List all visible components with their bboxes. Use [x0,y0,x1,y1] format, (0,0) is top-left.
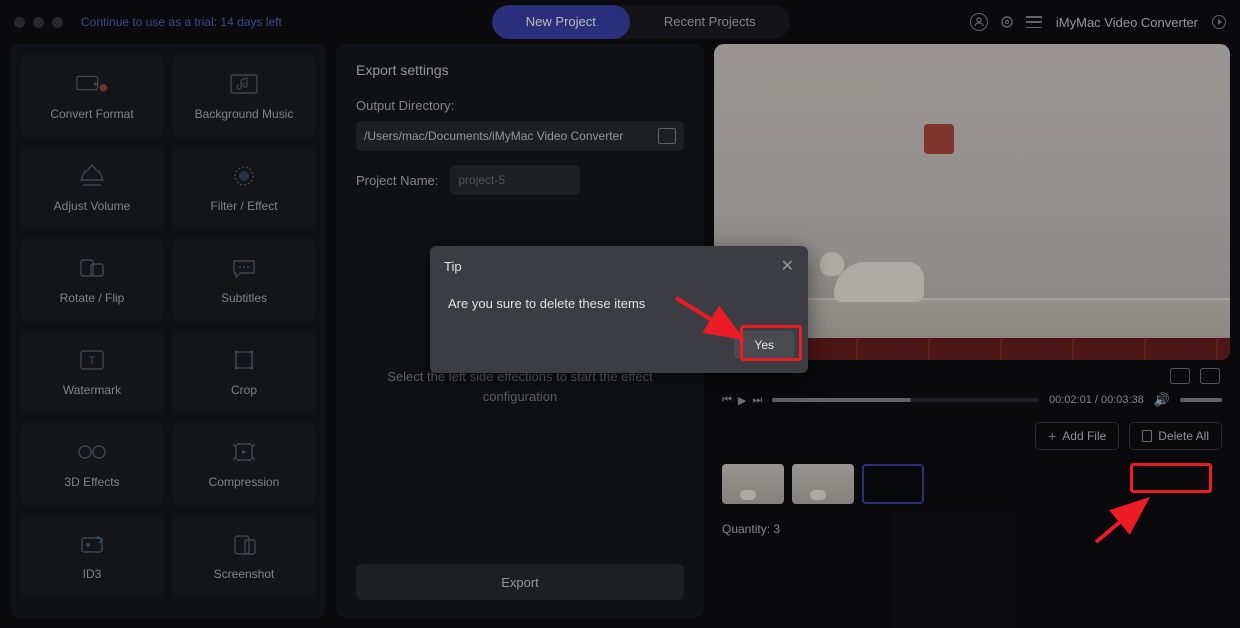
confirm-delete-dialog: Tip ✕ Are you sure to delete these items… [430,246,808,373]
browse-folder-icon[interactable] [658,128,676,144]
tab-recent-projects[interactable]: Recent Projects [630,5,790,39]
trial-status[interactable]: Continue to use as a trial: 14 days left [81,15,282,29]
tool-label: Convert Format [50,107,133,121]
thumbnail-item-selected[interactable] [862,464,924,504]
thumbnail-item[interactable] [792,464,854,504]
thumbnail-strip [714,458,1230,504]
output-directory-label: Output Directory: [356,98,684,113]
tool-label: Crop [231,383,257,397]
project-name-input[interactable] [458,173,613,187]
project-tabs: New Project Recent Projects [492,5,790,39]
tool-screenshot[interactable]: Screenshot [172,514,316,598]
window-controls [14,17,63,28]
screenshot-icon [227,531,261,557]
background-music-icon [227,71,261,97]
delete-all-button[interactable]: Delete All [1129,422,1222,450]
minimize-window-icon[interactable] [33,17,44,28]
tool-convert-format[interactable]: Convert Format [20,54,164,138]
tool-sidebar: Convert Format Background Music Adjust V… [10,44,326,618]
id3-icon [75,531,109,557]
close-window-icon[interactable] [14,17,25,28]
adjust-volume-icon [75,163,109,189]
add-file-button[interactable]: +Add File [1035,422,1119,450]
tool-label: Adjust Volume [54,199,131,213]
tool-label: ID3 [83,567,102,581]
volume-icon[interactable]: 🔊 [1154,392,1170,408]
tool-label: Screenshot [214,567,275,581]
maximize-window-icon[interactable] [52,17,63,28]
output-directory-input[interactable] [364,129,652,143]
trash-icon [1142,430,1152,442]
close-icon[interactable]: ✕ [781,256,794,276]
fullscreen-icon[interactable] [1200,368,1220,384]
export-heading: Export settings [356,62,684,78]
compression-icon [227,439,261,465]
tool-compression[interactable]: Compression [172,422,316,506]
tool-adjust-volume[interactable]: Adjust Volume [20,146,164,230]
watermark-icon: T [75,347,109,373]
tab-new-project[interactable]: New Project [492,5,630,39]
tool-label: Watermark [63,383,121,397]
tool-label: 3D Effects [64,475,119,489]
gear-icon[interactable] [998,13,1016,31]
subtitles-icon [227,255,261,281]
tool-subtitles[interactable]: Subtitles [172,238,316,322]
tool-filter-effect[interactable]: Filter / Effect [172,146,316,230]
tool-crop[interactable]: Crop [172,330,316,414]
project-name-label: Project Name: [356,173,438,188]
tool-background-music[interactable]: Background Music [172,54,316,138]
dialog-message: Are you sure to delete these items [430,286,808,331]
3d-effects-icon [75,439,109,465]
user-icon[interactable] [970,13,988,31]
menu-icon[interactable] [1026,16,1042,28]
quantity-label: Quantity: 3 [714,512,1230,540]
tool-watermark[interactable]: T Watermark [20,330,164,414]
app-play-icon[interactable] [1212,15,1226,29]
tool-rotate-flip[interactable]: Rotate / Flip [20,238,164,322]
volume-slider[interactable] [1180,398,1222,402]
timeline-slider[interactable] [772,398,1039,402]
play-button[interactable]: ▶ [738,394,746,407]
tool-id3[interactable]: ID3 [20,514,164,598]
player-controls: ⏮ ▶ ⏭ 00:02:01 / 00:03:38 🔊 [714,392,1230,408]
crop-icon [227,347,261,373]
thumbnail-item[interactable] [722,464,784,504]
time-display: 00:02:01 / 00:03:38 [1049,394,1144,406]
title-bar: Continue to use as a trial: 14 days left… [0,0,1240,44]
filter-effect-icon [227,163,261,189]
yes-button[interactable]: Yes [734,331,794,359]
app-title: iMyMac Video Converter [1056,15,1198,30]
tool-label: Background Music [195,107,294,121]
plus-icon: + [1048,429,1056,443]
prev-button[interactable]: ⏮ [722,394,732,407]
next-button[interactable]: ⏭ [752,394,762,407]
tool-3d-effects[interactable]: 3D Effects [20,422,164,506]
svg-text:T: T [89,355,96,367]
tool-label: Compression [209,475,280,489]
dialog-title: Tip [444,259,462,274]
export-button[interactable]: Export [356,564,684,600]
camera-icon[interactable] [1170,368,1190,384]
tool-label: Filter / Effect [210,199,277,213]
tool-label: Rotate / Flip [60,291,125,305]
rotate-flip-icon [75,255,109,281]
tool-label: Subtitles [221,291,267,305]
convert-format-icon [75,71,109,97]
